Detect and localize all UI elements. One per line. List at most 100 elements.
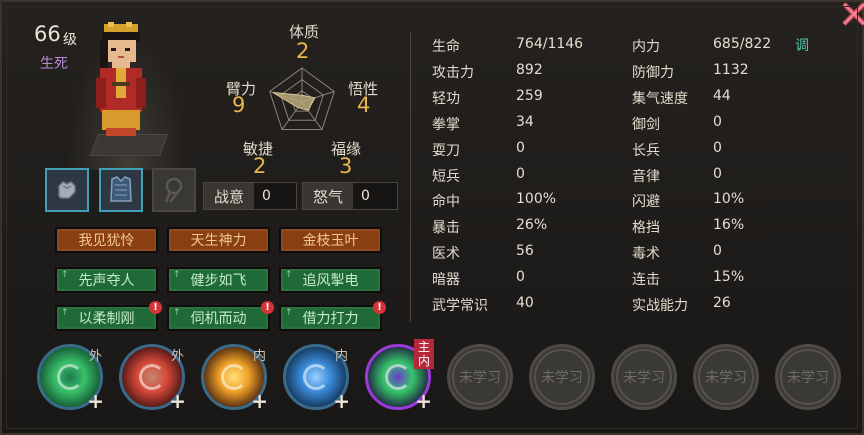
arrow-up-icon: ↑ xyxy=(61,308,69,318)
character-portrait[interactable] xyxy=(92,22,152,142)
skills-bar: 外 + 外 + 内 + 内 + 主内 + 未学习 未学习 未学习 未学习 未学习 xyxy=(37,339,847,417)
trait-6[interactable]: ↑ 以柔制刚! xyxy=(55,301,162,331)
fight-intent-label: 战意 xyxy=(204,183,254,209)
warning-icon: ! xyxy=(149,301,162,314)
plus-icon: + xyxy=(87,389,104,413)
stats-table: 生命 764/1146 攻击力 892 轻功 259 拳掌 34 耍刀 0 短兵 0 命中 100% 暴击 2… xyxy=(432,36,802,316)
trait-label: 以柔制刚 xyxy=(78,311,135,327)
radar-value-comprehension: 4 xyxy=(357,93,371,117)
stat-label: 生命 xyxy=(432,39,460,55)
skill-slot-locked[interactable]: 未学习 xyxy=(447,344,513,410)
stat-label: 医术 xyxy=(432,246,460,263)
stat-label: 闪避 xyxy=(632,194,660,211)
plus-icon: + xyxy=(169,389,186,413)
arrow-up-icon: ↑ xyxy=(173,270,181,280)
skill-slot-locked[interactable]: 未学习 xyxy=(611,344,677,410)
green-orb-palm-icon xyxy=(57,364,83,390)
stat-label: 短兵 xyxy=(432,168,460,185)
skill-slot-4[interactable]: 主内 + xyxy=(365,339,434,413)
stat-value: 764/1146 xyxy=(516,36,584,52)
stat-label: 命中 xyxy=(432,194,460,211)
tag-top: 主 xyxy=(417,340,430,354)
skill-slot-0[interactable]: 外 + xyxy=(37,344,104,413)
skill-slot-locked[interactable]: 未学习 xyxy=(529,344,595,410)
trait-label: 伺机而动 xyxy=(190,311,247,327)
not-learned-label: 未学习 xyxy=(616,349,672,405)
stat-value: 40 xyxy=(516,295,534,311)
trait-label: 健步如飞 xyxy=(190,273,247,289)
trait-0[interactable]: 我见犹怜 xyxy=(55,227,158,253)
plus-icon: + xyxy=(415,389,432,413)
stat-value: 44 xyxy=(713,87,731,104)
trait-2[interactable]: 金枝玉叶 xyxy=(279,227,382,253)
stat-label: 长兵 xyxy=(632,142,660,159)
tag-bottom: 内 xyxy=(417,354,430,368)
gauntlet-icon xyxy=(58,181,76,199)
skill-slot-3[interactable]: 内 + xyxy=(283,344,350,413)
green-vortex-icon xyxy=(385,364,411,390)
not-learned-label: 未学习 xyxy=(534,349,590,405)
rage-box: 怒气 0 xyxy=(302,182,398,210)
stat-value: 34 xyxy=(516,113,534,130)
trait-3[interactable]: ↑ 先声夺人 xyxy=(55,267,158,293)
plus-icon: + xyxy=(251,389,268,413)
stat-value: 0 xyxy=(516,269,525,286)
equip-slot-gloves[interactable] xyxy=(45,168,89,212)
adjust-button[interactable]: 调 xyxy=(795,35,809,55)
skill-slot-2[interactable]: 内 + xyxy=(201,344,268,413)
trait-1[interactable]: 天生神力 xyxy=(167,227,270,253)
equip-slot-armor[interactable] xyxy=(99,168,143,212)
radar-value-fortune: 3 xyxy=(339,154,353,178)
blue-swirl-icon xyxy=(303,364,329,390)
stat-value: 0 xyxy=(516,165,525,182)
trait-label: 金枝玉叶 xyxy=(302,233,359,249)
stat-value: 685/822 xyxy=(713,36,772,52)
attribute-radar xyxy=(269,67,335,130)
stat-value: 26 xyxy=(713,295,731,311)
stat-label: 拳掌 xyxy=(432,116,460,133)
trait-label: 追风掣电 xyxy=(302,273,359,289)
stat-value: 15% xyxy=(713,269,745,286)
trait-8[interactable]: ↑ 借力打力! xyxy=(279,301,386,331)
stat-label: 耍刀 xyxy=(432,142,460,159)
stat-value: 0 xyxy=(516,139,525,156)
skill-type-tag: 外 xyxy=(88,349,102,364)
arrow-up-icon: ↑ xyxy=(285,270,293,280)
not-learned-label: 未学习 xyxy=(452,349,508,405)
stat-value: 259 xyxy=(516,87,543,104)
warning-icon: ! xyxy=(261,301,274,314)
divider xyxy=(410,32,411,322)
stat-value: 1132 xyxy=(713,61,749,78)
not-learned-label: 未学习 xyxy=(698,349,754,405)
flame-burst-icon xyxy=(221,364,247,390)
skill-slot-locked[interactable]: 未学习 xyxy=(775,344,841,410)
red-fist-icon xyxy=(139,364,165,390)
stat-label: 毒术 xyxy=(632,246,660,263)
equip-slot-amulet[interactable] xyxy=(152,168,196,212)
stat-value: 10% xyxy=(713,191,745,208)
stat-label: 音律 xyxy=(632,168,660,185)
trait-5[interactable]: ↑ 追风掣电 xyxy=(279,267,382,293)
stat-label: 格挡 xyxy=(632,220,660,237)
stat-label: 攻击力 xyxy=(432,64,474,81)
trait-7[interactable]: ↑ 伺机而动! xyxy=(167,301,274,331)
trait-4[interactable]: ↑ 健步如飞 xyxy=(167,267,270,293)
skill-slot-1[interactable]: 外 + xyxy=(119,344,186,413)
arrow-up-icon: ↑ xyxy=(285,308,293,318)
stat-label: 轻功 xyxy=(432,90,460,107)
character-panel: 66 级 生死 体质 2 悟性 4 福缘 3 敏捷 2 臂 xyxy=(0,0,864,435)
skill-slot-locked[interactable]: 未学习 xyxy=(693,344,759,410)
stat-label: 连击 xyxy=(632,272,660,289)
stat-label: 防御力 xyxy=(632,64,674,81)
stat-label: 集气速度 xyxy=(632,90,688,107)
skill-type-tag: 内 xyxy=(334,349,348,364)
stat-value: 0 xyxy=(713,243,722,260)
arrow-up-icon: ↑ xyxy=(61,270,69,280)
rage-value: 0 xyxy=(353,183,397,209)
level-number: 66 xyxy=(34,22,61,46)
armor-vest-icon xyxy=(110,176,132,202)
stat-label: 御剑 xyxy=(632,116,660,133)
close-icon[interactable] xyxy=(838,2,864,28)
stat-label: 内力 xyxy=(632,39,660,55)
trait-label: 天生神力 xyxy=(190,233,247,249)
